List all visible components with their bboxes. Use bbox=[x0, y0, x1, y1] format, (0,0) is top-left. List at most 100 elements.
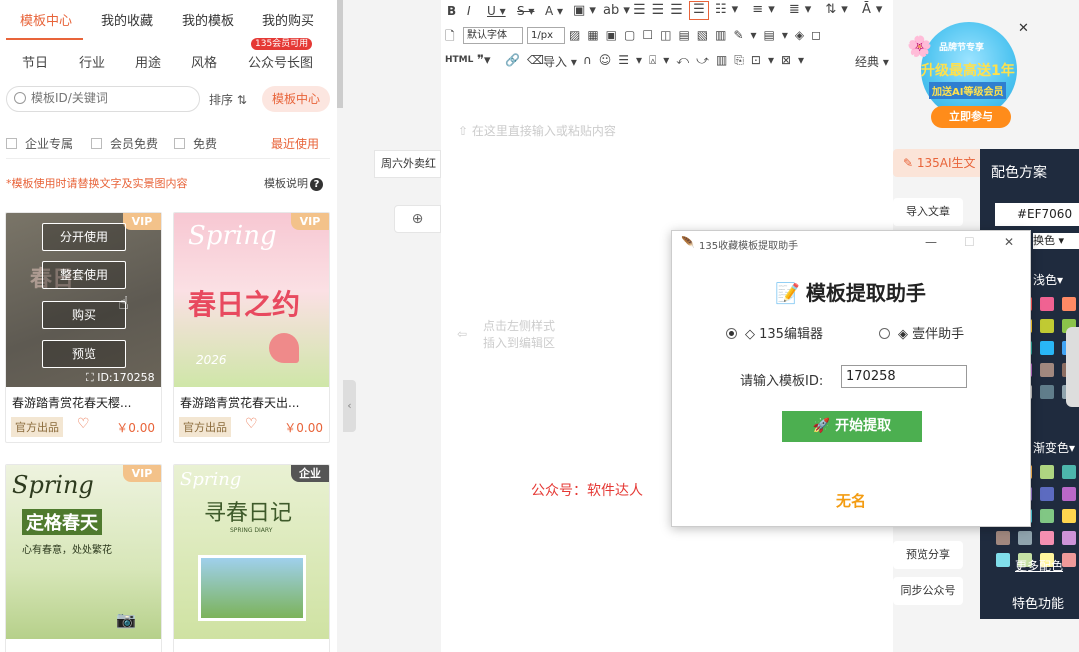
filter-enterprise[interactable]: 企业专属 bbox=[6, 135, 73, 152]
divider bbox=[6, 158, 330, 159]
add-style-button[interactable]: ⊕ bbox=[394, 205, 441, 233]
recent-used-link[interactable]: 最近使用 bbox=[271, 135, 319, 152]
radio-yiban[interactable]: ◈ 壹伴助手 bbox=[879, 323, 964, 342]
bold-icon[interactable]: B bbox=[447, 4, 456, 18]
color-swatch[interactable] bbox=[1062, 465, 1076, 479]
color-swatch[interactable] bbox=[1040, 341, 1054, 355]
font-color-icon[interactable]: A ▾ bbox=[545, 4, 563, 18]
filter-free[interactable]: 免费 bbox=[174, 135, 217, 152]
tab-my-templates[interactable]: 我的模板 bbox=[182, 10, 234, 29]
html-button[interactable]: HTML bbox=[445, 55, 473, 65]
color-swatch[interactable] bbox=[1062, 531, 1076, 545]
collapse-sidebar-handle[interactable]: ‹ bbox=[343, 380, 356, 432]
checkbox[interactable] bbox=[6, 138, 17, 149]
category-industry[interactable]: 行业 bbox=[79, 52, 105, 71]
template-id-label: 请输入模板ID: bbox=[740, 374, 824, 389]
favorite-heart-icon[interactable]: ♡ bbox=[77, 416, 90, 432]
radio-dot[interactable] bbox=[726, 328, 737, 339]
justify-icon[interactable]: ☰ bbox=[689, 1, 709, 20]
preview-button[interactable]: 预览 bbox=[42, 340, 126, 368]
buy-button[interactable]: 购买 bbox=[42, 301, 126, 329]
clear-format-icon[interactable]: ⌫ bbox=[527, 53, 544, 67]
insert-icons[interactable]: ▨▦▣▢☐◫▤▧▥✎▾▤▾◈◻ bbox=[569, 28, 828, 42]
color-mode-select[interactable]: 换色 ▾ bbox=[1033, 233, 1079, 249]
color-swatch[interactable] bbox=[1062, 487, 1076, 501]
category-long-image[interactable]: 公众号长图 bbox=[248, 52, 313, 71]
close-icon[interactable]: ✕ bbox=[1018, 21, 1029, 36]
use-whole-set-button[interactable]: 整套使用 bbox=[42, 261, 126, 289]
radio-dot[interactable] bbox=[879, 328, 890, 339]
color-swatch[interactable] bbox=[1040, 319, 1054, 333]
radio-135-editor[interactable]: ◇ 135编辑器 bbox=[726, 323, 823, 342]
color-swatch[interactable] bbox=[1040, 297, 1054, 311]
import-button[interactable]: 导入 ▾ bbox=[543, 53, 577, 70]
use-separately-button[interactable]: 分开使用 bbox=[42, 223, 126, 251]
format-painter-icon[interactable]: ▣ ▾ bbox=[573, 3, 596, 18]
template-id-input[interactable] bbox=[841, 365, 967, 388]
color-swatch[interactable] bbox=[1040, 487, 1054, 501]
strikethrough-icon[interactable]: S ▾ bbox=[517, 4, 534, 18]
hex-color-input[interactable]: #EF7060 bbox=[995, 203, 1079, 226]
template-card[interactable]: Spring 寻春日记 SPRING DIARY 企业 bbox=[173, 464, 330, 652]
features-label[interactable]: 特色功能 bbox=[1012, 593, 1064, 612]
color-swatch[interactable] bbox=[1040, 509, 1054, 523]
start-extract-button[interactable]: 🚀 开始提取 bbox=[782, 411, 922, 442]
color-swatch[interactable] bbox=[1040, 531, 1054, 545]
sync-wechat-button[interactable]: 同步公众号 bbox=[893, 577, 963, 605]
classic-mode-select[interactable]: 经典 ▾ bbox=[855, 53, 889, 70]
color-swatch[interactable] bbox=[1040, 385, 1054, 399]
link-icon[interactable]: 🔗 bbox=[505, 53, 520, 67]
indent-icons[interactable]: ☷▾ ≡▾ ≣▾ ⇅▾ Ā▾ bbox=[715, 2, 887, 17]
side-style-tab[interactable]: 周六外卖红 bbox=[374, 150, 441, 178]
more-colors-link[interactable]: 更多配色 bbox=[1015, 557, 1063, 574]
promo-banner[interactable]: 🌸 品牌节专享 升级最高送1年 加送AI等级会员 立即参与 bbox=[907, 20, 1025, 130]
maximize-icon[interactable]: ☐ bbox=[964, 235, 975, 249]
color-swatch[interactable] bbox=[1040, 363, 1054, 377]
checkbox[interactable] bbox=[174, 138, 185, 149]
color-swatch[interactable] bbox=[1062, 553, 1076, 567]
template-card[interactable]: Spring 定格春天 心有春意，处处繁花 📷 VIP bbox=[5, 464, 162, 652]
search-input[interactable] bbox=[31, 91, 191, 105]
highlight-icon[interactable]: ab ▾ bbox=[603, 3, 630, 18]
right-panel-handle[interactable] bbox=[1066, 327, 1079, 407]
template-search[interactable] bbox=[6, 86, 200, 112]
editor-placeholder: ⇧ 在这里直接输入或粘贴内容 bbox=[458, 122, 616, 139]
color-swatch[interactable] bbox=[1040, 465, 1054, 479]
ai-writing-button[interactable]: ✎ 135AI生文 bbox=[893, 149, 983, 177]
category-style[interactable]: 风格 bbox=[191, 52, 217, 71]
preview-share-button[interactable]: 预览分享 bbox=[893, 541, 963, 569]
color-swatch[interactable] bbox=[1062, 509, 1076, 523]
tab-template-center[interactable]: 模板中心 bbox=[20, 10, 72, 29]
color-swatch[interactable] bbox=[996, 553, 1010, 567]
minimize-icon[interactable]: — bbox=[925, 235, 937, 249]
template-card[interactable]: Spring 春日之约 2026 VIP 春游踏青赏花春天出... 官方出品 ♡… bbox=[173, 212, 330, 443]
misc-icons[interactable]: ∩☺☰▾⍓▾⤺⤻▥⎘⊡▾⊠▾ bbox=[583, 53, 811, 68]
color-swatch[interactable] bbox=[996, 531, 1010, 545]
category-festival[interactable]: 节日 bbox=[22, 52, 48, 71]
favorite-heart-icon[interactable]: ♡ bbox=[245, 416, 258, 432]
category-usage[interactable]: 用途 bbox=[135, 52, 161, 71]
quote-icon[interactable]: ❞▾ bbox=[477, 53, 491, 68]
card-title[interactable]: 春游踏青赏花春天出... bbox=[180, 394, 299, 411]
card-title[interactable]: 春游踏青赏花春天樱... bbox=[12, 394, 131, 411]
import-article-button[interactable]: 导入文章 bbox=[893, 198, 963, 226]
promo-cta-button[interactable]: 立即参与 bbox=[931, 106, 1011, 128]
underline-icon[interactable]: U ▾ bbox=[487, 4, 506, 18]
template-center-button[interactable]: 模板中心 bbox=[262, 86, 330, 112]
color-swatch[interactable] bbox=[1018, 531, 1032, 545]
font-size-select[interactable]: 1/px bbox=[527, 27, 565, 44]
close-icon[interactable]: ✕ bbox=[1004, 235, 1014, 249]
italic-icon[interactable]: I bbox=[467, 4, 471, 18]
checkbox[interactable] bbox=[91, 138, 102, 149]
sidebar-scrollbar[interactable] bbox=[337, 0, 343, 108]
template-help-link[interactable]: 模板说明? bbox=[264, 175, 323, 191]
tab-my-purchases[interactable]: 我的购买 bbox=[262, 10, 314, 29]
font-family-select[interactable]: 默认字体 bbox=[463, 27, 523, 44]
color-swatch[interactable] bbox=[1062, 297, 1076, 311]
template-card[interactable]: 春日 VIP 分开使用 整套使用 购买 预览 ☝ ⛶ ID:170258 春游踏… bbox=[5, 212, 162, 443]
sort-button[interactable]: 排序 ⇅ bbox=[209, 91, 247, 108]
filter-member-free[interactable]: 会员免费 bbox=[91, 135, 158, 152]
tab-my-favorites[interactable]: 我的收藏 bbox=[101, 10, 153, 29]
document-icon[interactable]: 🗋 bbox=[445, 27, 455, 48]
align-icons[interactable]: ☰☰☰ bbox=[633, 2, 689, 18]
